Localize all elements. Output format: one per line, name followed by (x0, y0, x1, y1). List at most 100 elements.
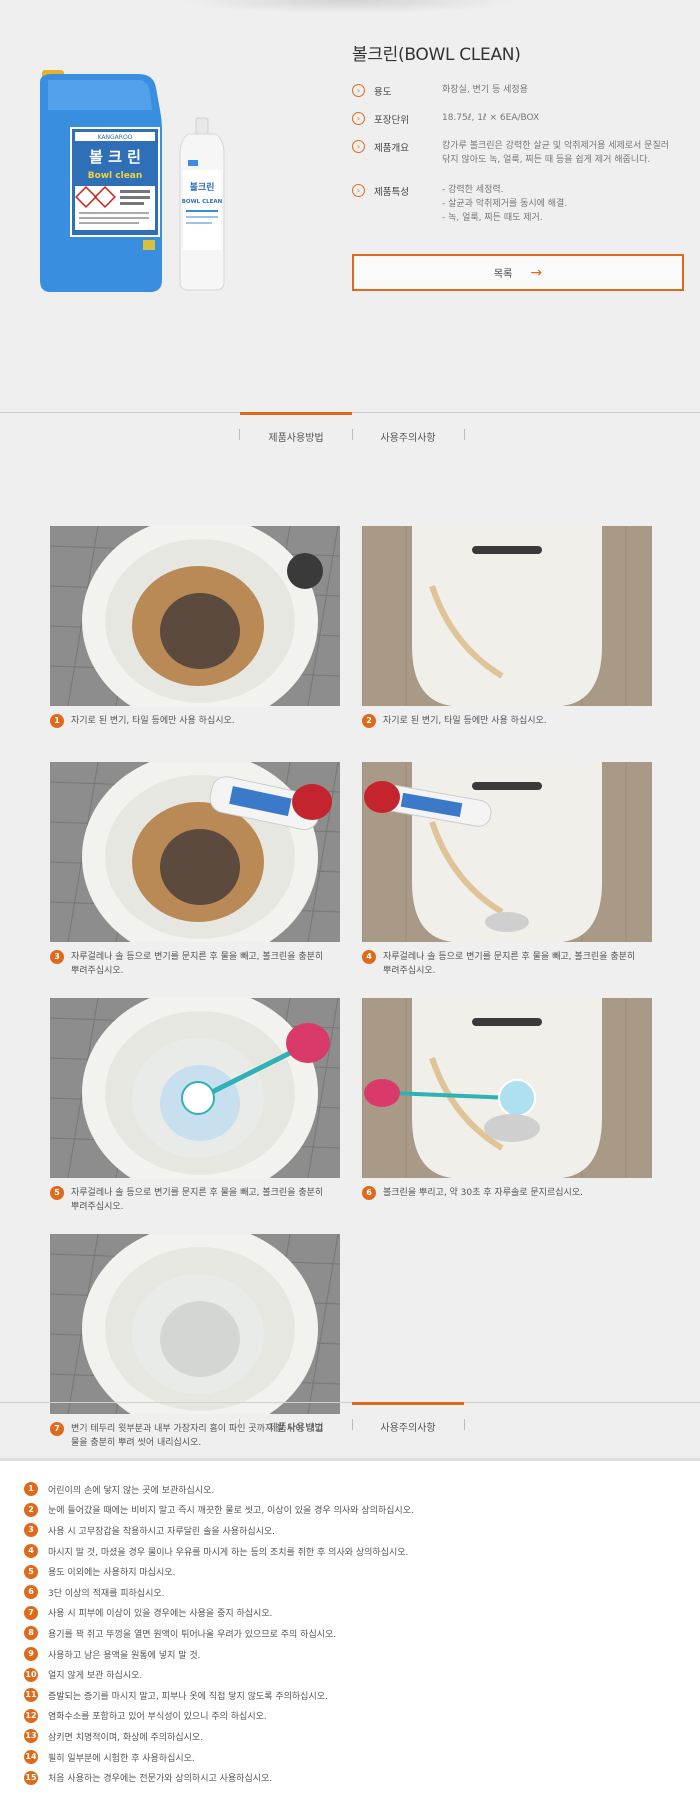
usage-step-3: 3 자루걸레나 솔 등으로 변기를 문지른 후 물을 빼고, 볼크린을 충분히뿌려… (50, 762, 340, 978)
bottle-name-text: 볼크린 (190, 181, 215, 193)
usage-step-6: 6 볼크린을 뿌리고, 약 30초 후 자루솔로 문지르십시오. (362, 998, 652, 1200)
caution-text: 눈에 들어갔을 때에는 비비지 말고 즉시 깨끗한 물로 씻고, 이상이 있을 … (48, 1506, 414, 1517)
spec-value-line: - 강력한 세정력. (442, 185, 504, 195)
step-photo (362, 526, 652, 706)
caution-number-badge: 12 (24, 1708, 38, 1723)
chevron-right-icon: › (352, 112, 365, 125)
step-text-line: 뿌려주십시오. (71, 1202, 124, 1212)
spec-row: › 포장단위 18.75ℓ, 1ℓ × 6EA/BOX (352, 111, 682, 126)
caution-item: 11 증발되는 증기를 마시지 말고, 피부나 옷에 직접 닿지 않도록 주의하십… (24, 1685, 700, 1706)
spec-value-line: 닦지 않아도 녹, 얼룩, 찌든 때 등을 쉽게 제거 해줍니다. (442, 155, 651, 165)
tab-usage-method[interactable]: 제품사용방법 (240, 412, 352, 444)
bottle-name-en-text: BOWL CLEAN (182, 199, 223, 205)
spec-value-line: 화장실, 변기 등 세정용 (442, 85, 528, 95)
step-text-line: 자루걸레나 솔 등으로 변기를 문지른 후 물을 빼고, 볼크린을 충분히 (383, 952, 636, 962)
caution-item: 4 마시지 말 것, 마셨을 경우 물이나 우유를 마시게 하는 등의 조치를 취… (24, 1541, 700, 1562)
caution-number-badge: 2 (24, 1502, 38, 1517)
caution-text: 사용 시 고무장갑을 착용하시고 자루달린 솔을 사용하십시오. (48, 1526, 276, 1537)
spec-row: › 제품개요 캉가루 볼크린은 강력한 살균 및 악취제거용 세제로서 문질러 닦지 … (352, 139, 682, 167)
spec-value: 화장실, 변기 등 세정용 (442, 83, 528, 97)
caution-text: 처음 사용하는 경우에는 전문가와 상의하시고 사용하십시오. (48, 1774, 273, 1785)
arrow-right-icon: → (530, 264, 543, 281)
spec-row: › 제품특성 - 강력한 세정력. - 살균과 악취제거를 동시에 해결. - 녹, 얼… (352, 183, 682, 225)
caution-item: 9 사용하고 남은 용액을 원통에 넣지 말 것. (24, 1644, 700, 1665)
tab-precautions[interactable]: 사용주의사항 (352, 429, 464, 444)
spec-value: 캉가루 볼크린은 강력한 살균 및 악취제거용 세제로서 문질러 닦지 않아도 녹… (442, 139, 669, 167)
step-text-line: 자기로 된 변기, 타일 등에만 사용 하십시오. (383, 716, 547, 726)
caution-number-badge: 11 (24, 1688, 38, 1703)
step-number-badge: 3 (50, 950, 64, 964)
caution-number-badge: 9 (24, 1647, 38, 1662)
caution-number-badge: 3 (24, 1523, 38, 1538)
list-button[interactable]: 목록 → (352, 254, 684, 291)
jug-name-en-text: Bowl clean (88, 171, 143, 181)
product-detail-page: KANGAROO 볼 크 린 Bowl clean 볼크린 BOWL CLEAN (0, 0, 700, 1820)
spec-label: 제품특성 (374, 187, 409, 198)
caution-text: 사용하고 남은 용액을 원통에 넣지 말 것. (48, 1650, 201, 1661)
product-section: KANGAROO 볼 크 린 Bowl clean 볼크린 BOWL CLEAN (0, 0, 700, 412)
chevron-right-icon: › (352, 140, 365, 153)
step-caption: 5 자루걸레나 솔 등으로 변기를 문지른 후 물을 빼고, 볼크린을 충분히 뿌려… (50, 1186, 340, 1214)
caution-text: 염화수소를 포함하고 있어 부식성이 있으니 주의 하십시오. (48, 1712, 267, 1723)
jug-brand-text: KANGAROO (98, 134, 133, 141)
step-caption: 6 볼크린을 뿌리고, 약 30초 후 자루솔로 문지르십시오. (362, 1186, 652, 1200)
step-photo (50, 762, 340, 942)
step-photo (362, 998, 652, 1178)
step-text: 볼크린을 뿌리고, 약 30초 후 자루솔로 문지르십시오. (383, 1186, 583, 1200)
caution-number-badge: 15 (24, 1770, 38, 1785)
caution-number-badge: 5 (24, 1564, 38, 1579)
caution-number-badge: 8 (24, 1626, 38, 1641)
caution-item: 12 염화수소를 포함하고 있어 부식성이 있으니 주의 하십시오. (24, 1706, 700, 1727)
chevron-right-icon: › (352, 84, 365, 97)
product-info: 볼크린(BOWL CLEAN) › 용도 화장실, 변기 등 세정용 › 포장단위 18.… (352, 40, 682, 238)
caution-item: 5 용도 이외에는 사용하지 마십시오. (24, 1561, 700, 1582)
caution-number-badge: 1 (24, 1482, 38, 1497)
caution-item: 1 어린이의 손에 닿지 않는 곳에 보관하십시오. (24, 1479, 700, 1500)
caution-text: 필히 일부분에 시험한 후 사용하십시오. (48, 1753, 195, 1764)
tab-usage-method[interactable]: 제품사용방법 (240, 1419, 352, 1434)
step-caption: 2 자기로 된 변기, 타일 등에만 사용 하십시오. (362, 714, 652, 728)
caution-text: 사용 시 피부에 이상이 있을 경우에는 사용을 중지 하십시오. (48, 1609, 273, 1620)
tab-bar-usage: 제품사용방법 사용주의사항 (0, 412, 700, 468)
step-text-line: 자기로 된 변기, 타일 등에만 사용 하십시오. (71, 716, 235, 726)
usage-steps: 1 자기로 된 변기, 타일 등에만 사용 하십시오. 2 자기로 된 변기, 타일 … (0, 468, 700, 1464)
step-text-line: 뿌려주십시오. (71, 966, 124, 976)
tab-precautions[interactable]: 사용주의사항 (352, 1402, 464, 1434)
caution-number-badge: 14 (24, 1750, 38, 1765)
usage-step-2: 2 자기로 된 변기, 타일 등에만 사용 하십시오. (362, 526, 652, 728)
jug-name-text: 볼 크 린 (89, 148, 141, 166)
step-caption: 1 자기로 된 변기, 타일 등에만 사용 하십시오. (50, 714, 340, 728)
step-caption: 4 자루걸레나 솔 등으로 변기를 문지른 후 물을 빼고, 볼크린을 충분히 뿌려… (362, 950, 652, 978)
step-photo (50, 1234, 340, 1414)
step-caption: 3 자루걸레나 솔 등으로 변기를 문지른 후 물을 빼고, 볼크린을 충분히뿌려… (50, 950, 340, 978)
caution-item: 14 필히 일부분에 시험한 후 사용하십시오. (24, 1747, 700, 1768)
caution-number-badge: 10 (24, 1667, 38, 1682)
spec-list: › 용도 화장실, 변기 등 세정용 › 포장단위 18.75ℓ, 1ℓ × 6EA/BO… (352, 83, 682, 225)
spec-label: 용도 (374, 87, 392, 98)
caution-number-badge: 6 (24, 1585, 38, 1600)
caution-text: 마시지 말 것, 마셨을 경우 물이나 우유를 마시게 하는 등의 조치를 취한… (48, 1547, 409, 1558)
step-photo (362, 762, 652, 942)
caution-item: 10 얼지 않게 보관 하십시오. (24, 1664, 700, 1685)
spec-value: 18.75ℓ, 1ℓ × 6EA/BOX (442, 111, 539, 125)
step-text-line: 자루걸레나 솔 등으로 변기를 문지른 후 물을 빼고, 볼크린을 충분히 (71, 952, 324, 962)
tab-divider (464, 1419, 465, 1430)
caution-text: 얼지 않게 보관 하십시오. (48, 1671, 143, 1682)
step-number-badge: 4 (362, 950, 376, 964)
caution-number-badge: 7 (24, 1605, 38, 1620)
step-number-badge: 2 (362, 714, 376, 728)
step-text: 자기로 된 변기, 타일 등에만 사용 하십시오. (383, 714, 547, 728)
spec-value: - 강력한 세정력. - 살균과 악취제거를 동시에 해결. - 녹, 얼룩, 찌든… (442, 183, 567, 225)
caution-item: 8 용기를 꽉 쥐고 뚜껑을 열면 원액이 튀어나올 우려가 있으므로 주의 하십… (24, 1623, 700, 1644)
step-text-line: 자루걸레나 솔 등으로 변기를 문지른 후 물을 빼고, 볼크린을 충분히 (71, 1188, 324, 1198)
spec-value-line: - 살균과 악취제거를 동시에 해결. (442, 199, 568, 209)
caution-number-badge: 13 (24, 1729, 38, 1744)
list-button-label: 목록 (493, 269, 513, 280)
usage-step-1: 1 자기로 된 변기, 타일 등에만 사용 하십시오. (50, 526, 340, 728)
product-image: KANGAROO 볼 크 린 Bowl clean 볼크린 BOWL CLEAN (40, 70, 225, 292)
precautions-list: 1 어린이의 손에 닿지 않는 곳에 보관하십시오. 2 눈에 들어갔을 때에는 비비… (0, 1458, 700, 1820)
top-shadow (180, 0, 520, 14)
step-text-line: 볼크린을 뿌리고, 약 30초 후 자루솔로 문지르십시오. (383, 1188, 583, 1198)
caution-item: 15 처음 사용하는 경우에는 전문가와 상의하시고 사용하십시오. (24, 1767, 700, 1788)
step-photo (50, 998, 340, 1178)
